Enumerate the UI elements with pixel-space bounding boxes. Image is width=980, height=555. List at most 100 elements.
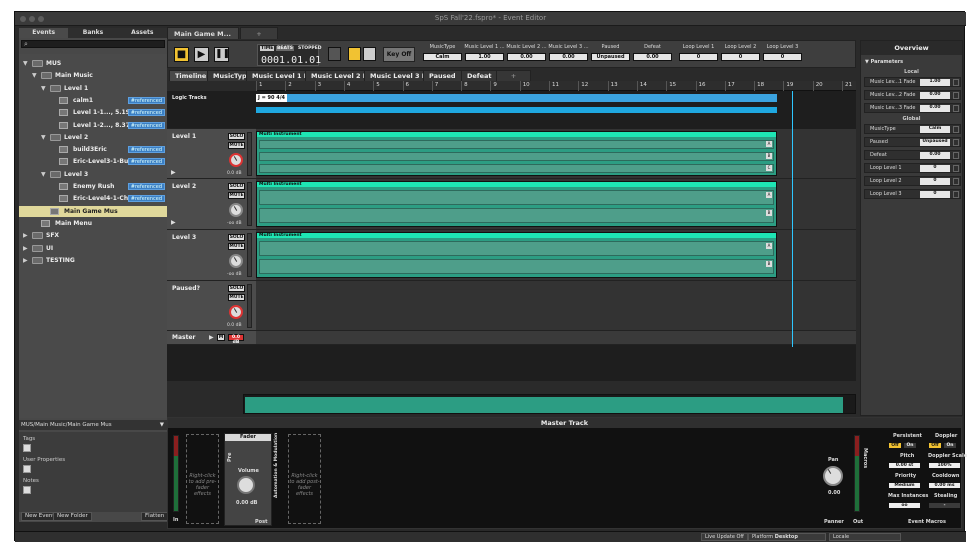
expand-track-icon[interactable]: ▶ xyxy=(171,169,176,176)
tree-folder[interactable]: ▼ Main Music xyxy=(19,70,167,81)
overview-param-row[interactable]: MusicType Calm xyxy=(864,124,961,134)
beats-mode-label[interactable]: BEATS xyxy=(276,46,294,51)
tab-banks[interactable]: Banks xyxy=(68,28,117,38)
playlist-strip[interactable]: A xyxy=(259,241,774,256)
tree-event[interactable]: calm1 #referenced xyxy=(19,95,167,106)
param-checkbox[interactable] xyxy=(953,92,959,99)
add-tag-button[interactable] xyxy=(23,444,31,452)
param-musictype[interactable]: MusicType Calm xyxy=(422,44,463,66)
tab-main-game-mus[interactable]: Main Game M... xyxy=(167,27,239,39)
tree-folder[interactable]: ▼ MUS xyxy=(19,58,167,69)
tree-event[interactable]: Main Menu xyxy=(19,218,167,229)
tree-folder[interactable]: ▶ SFX xyxy=(19,230,167,241)
track-header-master[interactable]: Master ▶ M 0.0 dB xyxy=(167,331,256,345)
add-user-property-button[interactable] xyxy=(23,465,31,473)
tree-folder[interactable]: ▼ Level 2 xyxy=(19,132,167,143)
param-value[interactable]: 1.00 xyxy=(920,79,950,86)
volume-knob[interactable] xyxy=(229,153,243,167)
param-paused[interactable]: Paused Unpaused xyxy=(590,44,631,66)
param-loop-level-2[interactable]: Loop Level 2 0 xyxy=(720,44,761,66)
loop-region[interactable] xyxy=(256,107,777,113)
param-value[interactable]: 0 xyxy=(920,178,950,185)
playlist-strip[interactable]: A xyxy=(259,140,774,149)
overview-param-row[interactable]: Loop Level 2 0 xyxy=(864,176,961,186)
add-parameter-tab-button[interactable]: + xyxy=(496,70,531,81)
solo-button[interactable]: SOLO xyxy=(228,234,245,241)
overview-param-row[interactable]: Music Lev...1 Fade 1.00 xyxy=(864,77,961,87)
stop-button[interactable]: ■ xyxy=(174,47,189,62)
overview-param-row[interactable]: Music Lev...3 Fade 0.00 xyxy=(864,103,961,113)
param-music-level-2[interactable]: Music Level 2 ... 0.00 xyxy=(506,44,547,66)
expanded-chevron-icon[interactable]: ▼ xyxy=(32,70,38,81)
logic-track-region[interactable]: J = 90 4/4 xyxy=(256,94,777,102)
pan-knob[interactable] xyxy=(823,466,843,486)
expand-track-icon[interactable]: ▶ xyxy=(171,219,176,226)
param-value[interactable]: Calm xyxy=(423,53,462,61)
flatten-button[interactable]: Flatten xyxy=(141,512,169,521)
tab-paused[interactable]: Paused xyxy=(423,70,462,81)
param-value[interactable]: 0 xyxy=(920,165,950,172)
lane-master[interactable] xyxy=(256,331,856,345)
param-value[interactable]: 0.00 xyxy=(920,92,950,99)
browser-search-input[interactable]: ⌕ xyxy=(21,40,165,48)
tree-event[interactable]: build3Eric #referenced xyxy=(19,144,167,155)
param-checkbox[interactable] xyxy=(953,126,959,133)
tree-event[interactable]: Level 1-1..., 5.19 PM #referenced xyxy=(19,107,167,118)
playlist-strip[interactable]: B xyxy=(259,152,774,161)
param-checkbox[interactable] xyxy=(953,152,959,159)
volume-knob[interactable] xyxy=(229,254,243,268)
platform-selector[interactable]: Platform Desktop xyxy=(748,533,826,541)
param-loop-level-1[interactable]: Loop Level 1 0 xyxy=(678,44,719,66)
pitch-value[interactable]: 0.00 st xyxy=(888,462,921,469)
param-checkbox[interactable] xyxy=(953,139,959,146)
grid-view-icon[interactable] xyxy=(363,47,376,61)
live-update-button[interactable]: Live Update Off xyxy=(701,533,748,541)
loop-end-marker[interactable] xyxy=(792,91,793,347)
collapsed-chevron-icon[interactable]: ▶ xyxy=(23,230,29,241)
lane-level-3[interactable]: Multi Instrument A B xyxy=(256,230,856,281)
param-checkbox[interactable] xyxy=(953,105,959,112)
add-note-button[interactable] xyxy=(23,486,31,494)
expanded-chevron-icon[interactable]: ▼ xyxy=(41,83,47,94)
solo-button[interactable]: SOLO xyxy=(228,133,245,140)
expand-track-icon[interactable]: ▶ xyxy=(209,334,214,341)
tab-assets[interactable]: Assets xyxy=(118,28,167,38)
list-view-icon[interactable] xyxy=(348,47,361,61)
playlist-strip[interactable]: B xyxy=(259,208,774,223)
tree-event[interactable]: Eric-Level3-1-Build #referenced xyxy=(19,156,167,167)
tree-event[interactable]: Enemy Rush #referenced xyxy=(19,181,167,192)
overview-param-row[interactable]: Loop Level 3 0 xyxy=(864,189,961,199)
param-checkbox[interactable] xyxy=(953,165,959,172)
locale-selector[interactable]: Locale xyxy=(829,533,901,541)
solo-button[interactable]: SOLO xyxy=(228,183,245,190)
track-header-level-1[interactable]: Level 1 SOLO MUTE 0.0 dB ▶ xyxy=(167,129,256,179)
chevron-down-icon[interactable]: ▼ xyxy=(160,420,164,430)
tree-folder[interactable]: ▼ Level 3 xyxy=(19,169,167,180)
timeline-overview-scrollbar[interactable] xyxy=(243,394,856,414)
track-header-level-3[interactable]: Level 3 SOLO MUTE -oo dB xyxy=(167,230,256,281)
cooldown-value[interactable]: 0.00 ms xyxy=(928,482,961,489)
mute-button[interactable]: MUTE xyxy=(228,294,245,301)
expanded-chevron-icon[interactable]: ▼ xyxy=(41,132,47,143)
param-value[interactable]: 0.00 xyxy=(920,105,950,112)
track-header-level-2[interactable]: Level 2 SOLO MUTE -oo dB ▶ xyxy=(167,179,256,230)
param-value[interactable]: Calm xyxy=(920,126,950,133)
volume-knob[interactable] xyxy=(237,476,255,494)
param-music-level-3[interactable]: Music Level 3 ... 0.00 xyxy=(548,44,589,66)
overview-param-row[interactable]: Defeat 0.00 xyxy=(864,150,961,160)
param-value[interactable]: 0 xyxy=(679,53,718,61)
new-folder-button[interactable]: New Folder xyxy=(53,512,92,521)
pause-button[interactable]: ❚❚ xyxy=(214,47,230,62)
timeline-ruler[interactable]: 1 2 3 4 5 6 7 8 9 10 11 12 13 14 15 16 17 18 19 20 21 xyxy=(256,81,856,91)
master-volume-db[interactable]: 0.0 dB xyxy=(228,334,244,345)
multi-instrument-level-1[interactable]: Multi Instrument A B C xyxy=(256,131,777,176)
time-mode-label[interactable]: TIME xyxy=(260,46,275,51)
fader-module[interactable]: Fader Pre Volume 0.00 dB Post xyxy=(224,433,272,526)
param-value[interactable]: Unpaused xyxy=(920,139,950,146)
param-value[interactable]: 0.00 xyxy=(549,53,588,61)
tempo-marker[interactable]: J = 90 4/4 xyxy=(256,94,288,102)
mute-button[interactable]: M xyxy=(217,334,225,341)
tree-event[interactable]: Eric-Level4-1-Chaos #referenced xyxy=(19,193,167,204)
play-button[interactable]: ▶ xyxy=(194,47,209,62)
multi-instrument-level-2[interactable]: Multi Instrument A B xyxy=(256,181,777,227)
